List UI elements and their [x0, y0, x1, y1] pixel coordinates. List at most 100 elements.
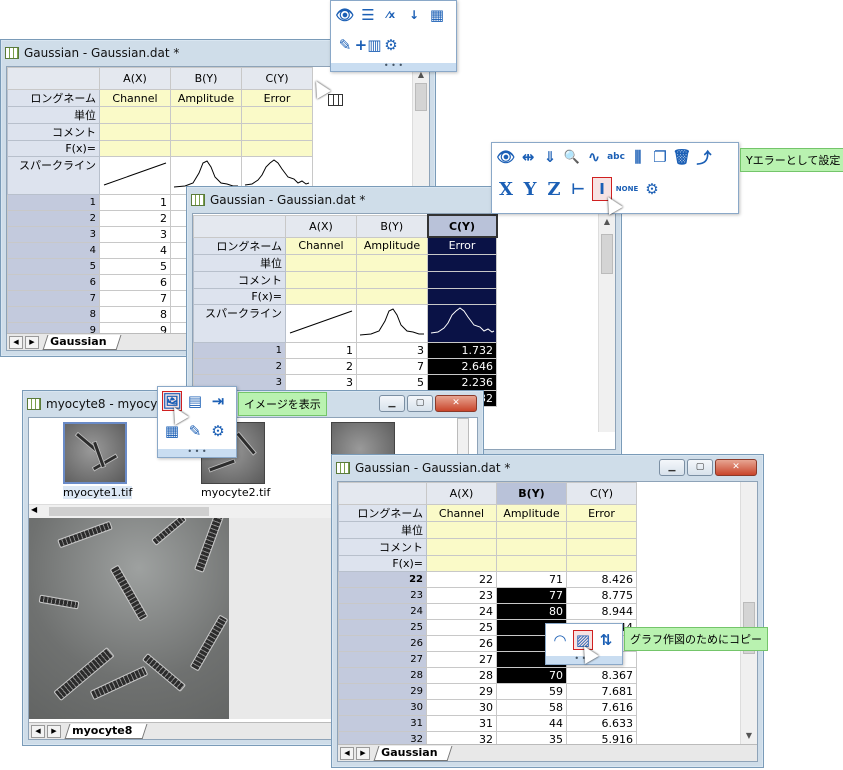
gear-icon[interactable]: ⚙	[381, 35, 401, 55]
table-icon[interactable]: ▦	[162, 421, 182, 441]
sort-column-icon[interactable]: ⇓	[540, 147, 560, 167]
cell[interactable]	[496, 521, 567, 539]
cell[interactable]	[170, 140, 242, 157]
row-label-fx[interactable]: F(x)=	[7, 140, 100, 157]
cell-a[interactable]: 1	[285, 341, 357, 359]
cell-a[interactable]: 27	[426, 651, 497, 668]
grid-corner[interactable]	[193, 214, 286, 238]
pen-icon[interactable]: ✎	[185, 421, 205, 441]
cell-a[interactable]: 4	[99, 242, 171, 259]
cell-b[interactable]: 80	[496, 603, 567, 620]
cell-a[interactable]: 2	[99, 210, 171, 227]
main-image[interactable]	[29, 518, 229, 719]
row-label-fx[interactable]: F(x)=	[193, 287, 286, 305]
hide-eye-icon[interactable]: 👁	[496, 147, 516, 167]
cell-c[interactable]: 7.616	[566, 699, 637, 716]
cell-c[interactable]: 8.944	[566, 603, 637, 620]
row-number[interactable]: 24	[338, 603, 427, 620]
cell[interactable]	[427, 270, 497, 289]
cell-a[interactable]: 25	[426, 619, 497, 636]
cell-c[interactable]: 7.681	[566, 683, 637, 700]
cell-a[interactable]: 2	[285, 357, 357, 375]
tab-next-arrow[interactable]: ▶	[47, 724, 61, 738]
cell[interactable]	[496, 538, 567, 556]
cell-a[interactable]: 23	[426, 587, 497, 604]
cell[interactable]	[170, 106, 242, 124]
cell-c[interactable]: 6.633	[566, 715, 637, 732]
cell[interactable]	[99, 106, 171, 124]
row-number[interactable]: 29	[338, 683, 427, 700]
none-button[interactable]: NONE	[616, 179, 638, 199]
row-number[interactable]: 23	[338, 587, 427, 604]
gear-icon[interactable]: ⚙	[642, 179, 662, 199]
cell-c[interactable]: 2.646	[427, 357, 497, 375]
row-label-units[interactable]: 単位	[193, 253, 286, 272]
sheet-tab[interactable]: myocyte8	[64, 723, 148, 739]
cell[interactable]	[426, 555, 497, 572]
hscroll-thumb[interactable]	[49, 507, 209, 516]
cell-c[interactable]: 8.367	[566, 667, 637, 684]
column-plot-icon[interactable]: ⫼	[628, 147, 648, 167]
grid-corner[interactable]	[7, 67, 100, 90]
row-number[interactable]: 26	[338, 635, 427, 652]
column-header-a[interactable]: A(X)	[426, 482, 497, 505]
tab-prev-arrow[interactable]: ◀	[9, 335, 23, 349]
cell-b[interactable]: 5	[356, 373, 428, 391]
cell-c[interactable]: 1.732	[427, 341, 497, 359]
cell[interactable]	[566, 538, 637, 556]
tab-next-arrow[interactable]: ▶	[356, 746, 370, 760]
row-number[interactable]: 2	[193, 357, 286, 375]
cell[interactable]	[427, 253, 497, 272]
search-icon[interactable]: 🔍	[562, 147, 582, 167]
cell[interactable]	[99, 123, 171, 141]
row-number[interactable]: 3	[7, 226, 100, 243]
cell-b[interactable]: 58	[496, 699, 567, 716]
cell[interactable]	[285, 253, 357, 272]
column-header-c[interactable]: C(Y)	[241, 67, 313, 90]
scroll-down-arrow[interactable]: ▼	[741, 728, 757, 744]
cell-c[interactable]: 8.775	[566, 587, 637, 604]
cell[interactable]	[566, 555, 637, 572]
row-number[interactable]: 5	[7, 258, 100, 275]
cell-a[interactable]: 26	[426, 635, 497, 652]
cell-a[interactable]: 3	[99, 226, 171, 243]
cell-a[interactable]: 31	[426, 715, 497, 732]
column-header-a[interactable]: A(X)	[99, 67, 171, 90]
maximize-button[interactable]: ▢	[407, 395, 433, 412]
cell[interactable]	[356, 270, 428, 289]
row-number[interactable]: 1	[7, 194, 100, 211]
sort-icon[interactable]: ↓	[404, 5, 424, 25]
cell[interactable]	[356, 287, 428, 305]
cell[interactable]	[566, 521, 637, 539]
row-label-sparkline[interactable]: スパークライン	[193, 303, 286, 343]
longname-c[interactable]: Error	[427, 236, 497, 255]
longname-b[interactable]: Amplitude	[170, 89, 242, 107]
alphabet-icon[interactable]: abc	[606, 147, 626, 167]
column-header-c-selected[interactable]: C(Y)	[426, 214, 498, 238]
cell[interactable]	[426, 538, 497, 556]
thumbnail-1[interactable]: myocyte1.tif	[63, 422, 133, 499]
longname-a[interactable]: Channel	[99, 89, 171, 107]
row-number[interactable]: 22	[338, 571, 427, 588]
tab-next-arrow[interactable]: ▶	[25, 335, 39, 349]
toolbar-grip[interactable]: • • •	[331, 62, 456, 71]
cell-b[interactable]: 3	[356, 341, 428, 359]
row-label-longname[interactable]: ロングネーム	[7, 89, 100, 107]
maximize-button[interactable]: ▢	[687, 459, 713, 476]
export-icon[interactable]: ⤴	[694, 147, 714, 167]
column-header-a[interactable]: A(X)	[285, 214, 357, 238]
column-header-b[interactable]: B(Y)	[356, 214, 428, 238]
vertical-scrollbar[interactable]: ▲	[598, 214, 615, 432]
delete-icon[interactable]: 🗑	[672, 147, 692, 167]
row-number[interactable]: 27	[338, 651, 427, 668]
row-label-comment[interactable]: コメント	[338, 538, 427, 556]
cell-a[interactable]: 7	[99, 290, 171, 307]
cell[interactable]	[426, 521, 497, 539]
tab-prev-arrow[interactable]: ◀	[31, 724, 45, 738]
cell-a[interactable]: 5	[99, 258, 171, 275]
row-number[interactable]: 7	[7, 290, 100, 307]
cell-a[interactable]: 24	[426, 603, 497, 620]
minimize-button[interactable]: ▁	[659, 459, 685, 476]
insert-column-icon[interactable]: + ▥	[355, 35, 382, 55]
sort-icon[interactable]: ⇅	[596, 630, 616, 650]
